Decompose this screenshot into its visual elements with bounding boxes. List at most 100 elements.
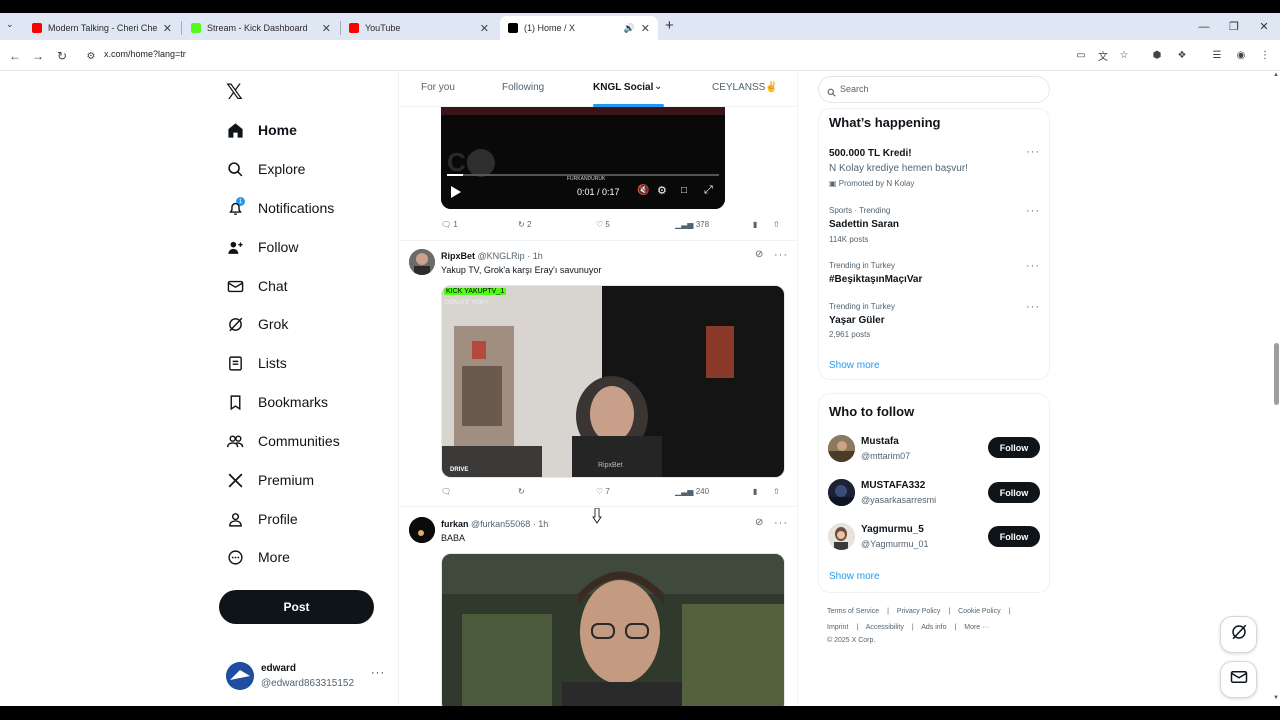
suggested-user-name[interactable]: Yagmurmu_5 (861, 524, 924, 535)
avatar[interactable] (409, 517, 435, 543)
like-button[interactable]: ♡ 5 (596, 220, 610, 229)
follow-button[interactable]: Follow (988, 526, 1040, 547)
play-icon[interactable] (451, 185, 461, 203)
more-icon[interactable]: ··· (371, 667, 385, 679)
tab-ceylanss[interactable]: CEYLANSS✌️ (712, 82, 778, 93)
nav-lists[interactable]: Lists (226, 349, 287, 377)
fullscreen-icon[interactable]: ⤢ (704, 184, 713, 197)
new-tab-button[interactable]: + (665, 17, 674, 34)
author-handle[interactable]: @KNGLRip (478, 251, 525, 261)
accessibility-link[interactable]: Accessibility (866, 624, 904, 631)
forward-button[interactable]: → (29, 47, 47, 65)
menu-icon[interactable]: ⋮ (1258, 48, 1272, 62)
tweet-time[interactable]: 1h (533, 251, 543, 261)
cookie-link[interactable]: Cookie Policy (958, 608, 1000, 615)
more-link[interactable]: More ··· (964, 624, 989, 631)
grok-icon[interactable]: ⊘ (755, 249, 763, 260)
more-icon[interactable]: ··· (1026, 301, 1040, 313)
more-icon[interactable]: ··· (1026, 146, 1040, 158)
nav-bookmarks[interactable]: Bookmarks (226, 388, 328, 416)
avatar[interactable] (828, 523, 855, 550)
retweet-button[interactable]: ↻ 2 (518, 220, 531, 229)
tab-kngl-social[interactable]: KNGL Social (593, 82, 653, 93)
privacy-link[interactable]: Privacy Policy (897, 608, 941, 615)
more-icon[interactable]: ··· (774, 517, 788, 529)
views-button[interactable]: ▁▃▅ 240 (675, 487, 709, 496)
close-window-button[interactable]: ✕ (1249, 13, 1279, 40)
nav-explore[interactable]: Explore (226, 155, 305, 183)
maximize-button[interactable]: ❐ (1219, 13, 1249, 40)
url-field[interactable]: x.com/home?lang=tr (104, 49, 186, 59)
like-button[interactable]: ♡ 7 (596, 487, 610, 496)
author-handle[interactable]: @furkan55068 (471, 519, 530, 529)
tab-following[interactable]: Following (502, 82, 544, 93)
show-more-link[interactable]: Show more (829, 571, 880, 582)
avatar[interactable] (409, 249, 435, 275)
post-button[interactable]: Post (219, 590, 374, 624)
mute-icon[interactable]: 🔇 (637, 185, 649, 196)
bookmark-icon[interactable]: ▮ (753, 220, 757, 229)
timeline[interactable]: CO FURKANDURUK 0:01 / 0:17 🔇 ⚙ □ ⤢ 🗨 1 ↻… (398, 71, 798, 706)
tweet-video[interactable]: KICK YAKUPTV_1 DONATE YOK!!! RipxBet DRI… (441, 285, 785, 478)
tweet-time[interactable]: 1h (538, 519, 548, 529)
terms-link[interactable]: Terms of Service (827, 608, 879, 615)
settings-icon[interactable]: ⚙ (657, 184, 667, 197)
author-name[interactable]: furkan (441, 519, 469, 529)
more-icon[interactable]: ··· (774, 249, 788, 261)
profile-icon[interactable]: ◉ (1234, 48, 1248, 62)
follow-button[interactable]: Follow (988, 437, 1040, 458)
puzzle-icon[interactable]: ❖ (1175, 48, 1189, 62)
scrollbar-thumb[interactable] (1274, 343, 1279, 405)
scroll-down-arrow[interactable]: ▼ (1273, 695, 1279, 701)
grok-float-button[interactable] (1220, 616, 1257, 653)
chevron-down-icon[interactable]: ⌄ (654, 81, 662, 92)
tab-kick-dashboard[interactable]: Stream - Kick Dashboard ✕ (183, 16, 339, 40)
nav-profile[interactable]: Profile (226, 505, 298, 533)
imprint-link[interactable]: Imprint (827, 624, 848, 631)
nav-chat[interactable]: Chat (226, 272, 288, 300)
reply-button[interactable]: 🗨 1 (441, 220, 458, 229)
tab-x-home[interactable]: (1) Home / X 🔊 ✕ (500, 16, 658, 40)
author-name[interactable]: RipxBet (441, 251, 475, 261)
nav-more[interactable]: More (226, 543, 290, 571)
media-control-icon[interactable]: ☰ (1210, 48, 1224, 62)
nav-communities[interactable]: Communities (226, 427, 340, 455)
x-logo-icon[interactable]: 𝕏 (226, 80, 243, 105)
bookmark-star-icon[interactable]: ☆ (1117, 48, 1131, 62)
nav-premium[interactable]: Premium (226, 466, 314, 494)
messages-float-button[interactable] (1220, 661, 1257, 698)
suggested-user-handle[interactable]: @yasarkasarresmi (861, 495, 936, 505)
extension-icon[interactable]: ⬢ (1150, 48, 1164, 62)
share-icon[interactable]: ⇧ (773, 487, 780, 496)
nav-notifications[interactable]: Notifications (226, 194, 334, 222)
nav-follow[interactable]: Follow (226, 233, 298, 261)
grok-icon[interactable]: ⊘ (755, 517, 763, 528)
back-button[interactable]: ← (6, 47, 24, 65)
site-info-icon[interactable]: ⚙ (82, 47, 100, 65)
page-scrollbar[interactable]: ▲ ▼ (1272, 71, 1280, 706)
pip-icon[interactable]: □ (681, 185, 687, 196)
scroll-up-arrow[interactable]: ▲ (1273, 72, 1279, 78)
tab-for-you[interactable]: For you (421, 82, 455, 93)
tab-youtube[interactable]: YouTube ✕ (341, 16, 497, 40)
account-switcher[interactable]: edward @edward863315152 ··· (226, 662, 386, 692)
video-progress-track[interactable] (447, 174, 719, 176)
minimize-button[interactable]: — (1189, 13, 1219, 40)
video-player[interactable]: CO FURKANDURUK 0:01 / 0:17 🔇 ⚙ □ ⤢ (441, 107, 725, 209)
close-tab-icon[interactable]: ✕ (163, 22, 172, 35)
suggested-user-name[interactable]: Mustafa (861, 436, 899, 447)
views-button[interactable]: ▁▃▅ 378 (675, 220, 709, 229)
search-input[interactable]: Search (818, 76, 1050, 103)
nav-grok[interactable]: Grok (226, 310, 288, 338)
close-tab-icon[interactable]: ✕ (641, 22, 650, 35)
suggested-user-handle[interactable]: @Yagmurmu_01 (861, 539, 929, 549)
bookmark-icon[interactable]: ▮ (753, 487, 757, 496)
more-icon[interactable]: ··· (1026, 205, 1040, 217)
install-app-icon[interactable]: ▭ (1074, 48, 1088, 62)
nav-home[interactable]: Home (226, 116, 297, 144)
close-tab-icon[interactable]: ✕ (322, 22, 331, 35)
close-tab-icon[interactable]: ✕ (480, 22, 489, 35)
share-icon[interactable]: ⇧ (773, 220, 780, 229)
retweet-button[interactable]: ↻ (518, 487, 525, 496)
tab-list-button[interactable]: ⌄ (6, 19, 14, 30)
